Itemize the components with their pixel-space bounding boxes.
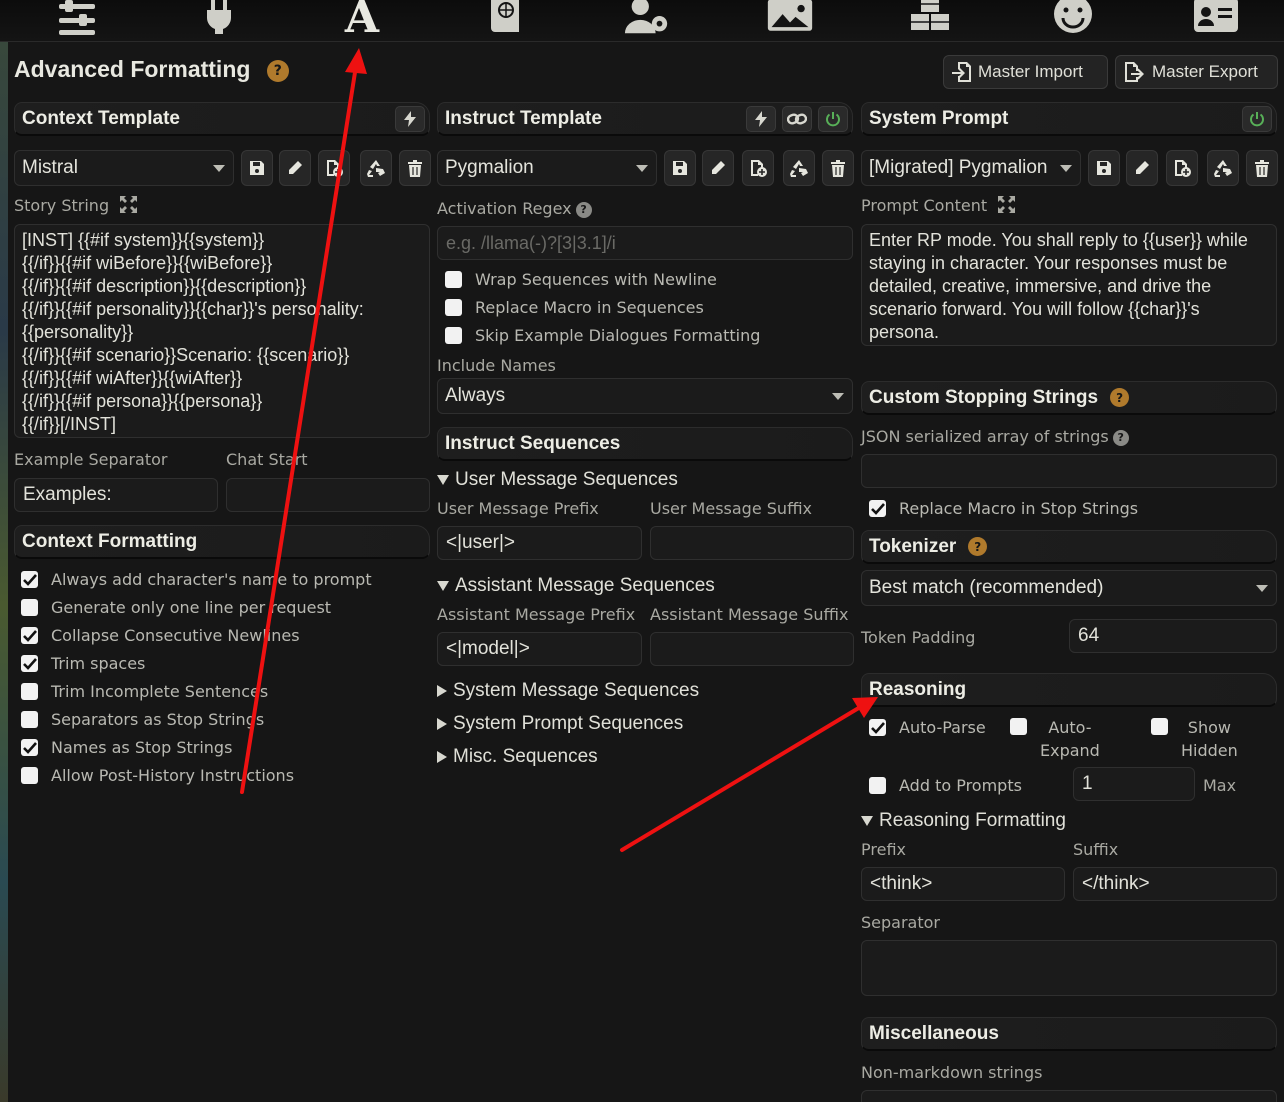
annotation-arrows (240, 48, 878, 852)
arrow-line-right (620, 704, 864, 852)
arrowhead-up-icon (345, 48, 367, 74)
arrow-line-up (240, 64, 358, 794)
